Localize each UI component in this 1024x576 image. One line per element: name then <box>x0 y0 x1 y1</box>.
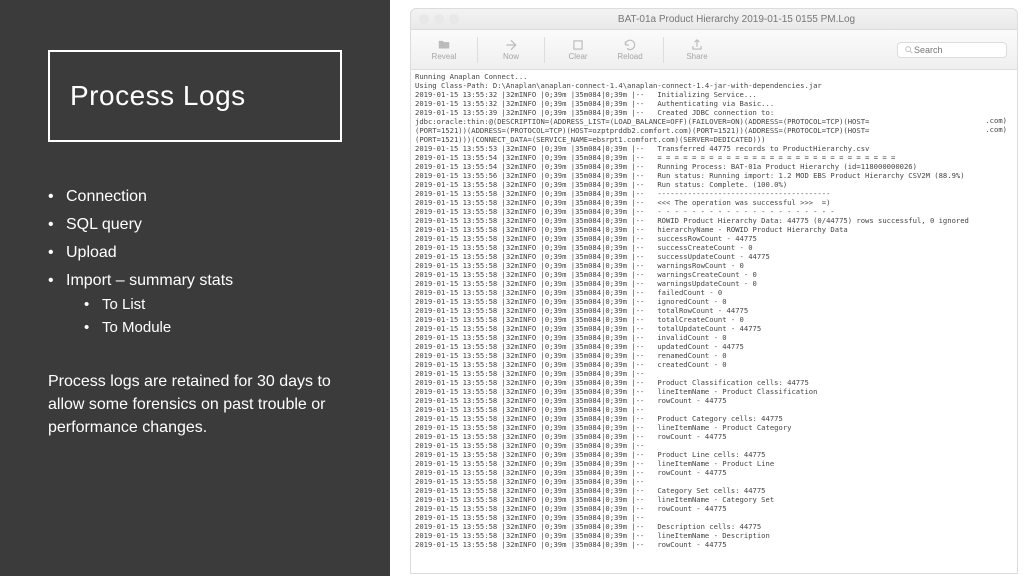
bullet-item: Connection <box>66 188 342 206</box>
window-titlebar: BAT-01a Product Hierarchy 2019-01-15 015… <box>410 8 1018 30</box>
reveal-button[interactable]: Reveal <box>421 35 467 65</box>
folder-icon <box>436 38 452 52</box>
traffic-light-icon[interactable] <box>419 14 429 24</box>
slide-title: Process Logs <box>70 80 320 112</box>
slide-sidebar: Process Logs Connection SQL query Upload… <box>0 0 390 576</box>
log-viewer-panel: BAT-01a Product Hierarchy 2019-01-15 015… <box>390 0 1024 576</box>
share-button[interactable]: Share <box>674 35 720 65</box>
traffic-light-icon[interactable] <box>449 14 459 24</box>
separator <box>663 37 664 63</box>
clear-button[interactable]: Clear <box>555 35 601 65</box>
bullet-item: Upload <box>66 244 342 262</box>
bullet-list: Connection SQL query Upload Import – sum… <box>48 188 342 336</box>
bullet-item: Import – summary stats To List To Module <box>66 272 342 336</box>
search-input[interactable] <box>914 45 994 55</box>
sub-bullet-item: To Module <box>102 319 342 336</box>
title-box: Process Logs <box>48 50 342 142</box>
sub-bullet-list: To List To Module <box>66 296 342 336</box>
search-box[interactable] <box>897 42 1007 58</box>
window-title: BAT-01a Product Hierarchy 2019-01-15 015… <box>464 14 1009 25</box>
reload-button[interactable]: Reload <box>607 35 653 65</box>
share-icon <box>689 38 705 52</box>
sub-bullet-item: To List <box>102 296 342 313</box>
log-window: BAT-01a Product Hierarchy 2019-01-15 015… <box>410 8 1018 576</box>
separator <box>477 37 478 63</box>
separator <box>544 37 545 63</box>
now-icon <box>503 38 519 52</box>
clear-icon <box>570 38 586 52</box>
log-text: Running Anaplan Connect... Using Class-P… <box>415 72 1013 549</box>
log-body[interactable]: .com) .com) Running Anaplan Connect... U… <box>410 70 1018 574</box>
traffic-light-icon[interactable] <box>434 14 444 24</box>
now-button[interactable]: Now <box>488 35 534 65</box>
toolbar: Reveal Now Clear Reload Share <box>410 30 1018 70</box>
host-suffix: .com) <box>985 116 1007 125</box>
bullet-item: SQL query <box>66 216 342 234</box>
host-suffix: .com) <box>985 125 1007 134</box>
reload-icon <box>622 38 638 52</box>
search-icon <box>904 45 914 55</box>
retention-note: Process logs are retained for 30 days to… <box>48 370 342 440</box>
